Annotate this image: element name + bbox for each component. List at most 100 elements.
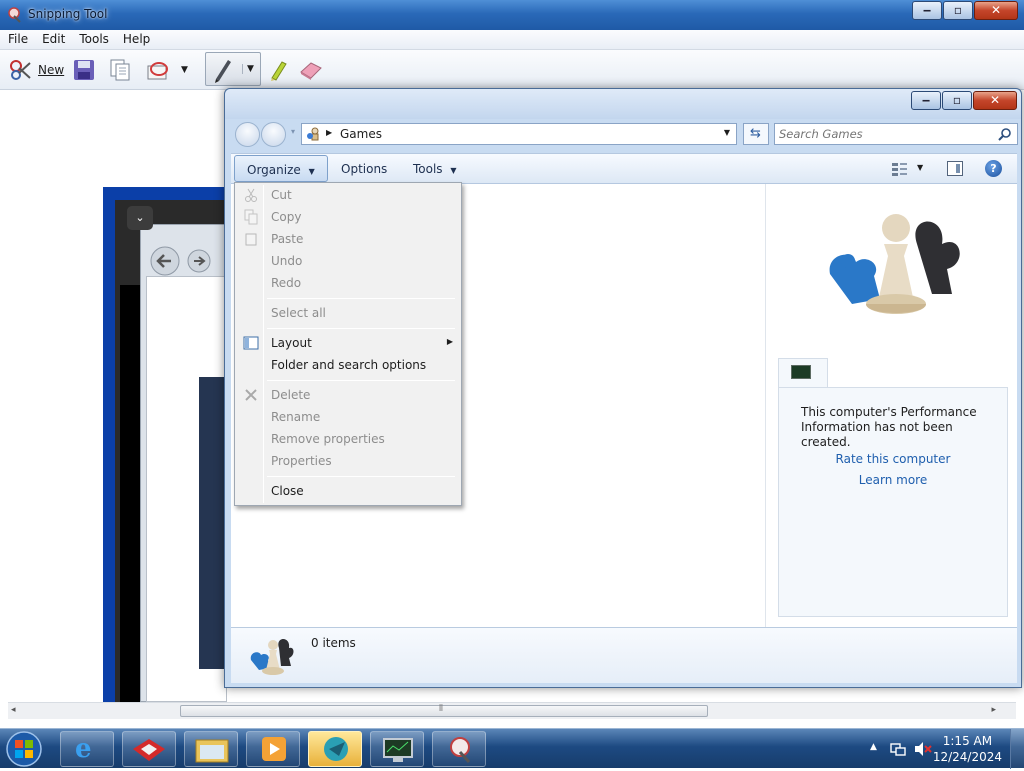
taskbar-task-manager[interactable] bbox=[370, 731, 424, 767]
refresh-button[interactable]: ⇆ bbox=[743, 123, 769, 145]
menu-item-select-all[interactable]: Select all bbox=[237, 302, 459, 324]
start-button[interactable] bbox=[4, 730, 46, 768]
highlighter-button[interactable] bbox=[266, 56, 290, 84]
taskbar-games[interactable] bbox=[308, 731, 362, 767]
maximize-button[interactable]: ▫ bbox=[943, 1, 973, 20]
scroll-left-icon[interactable]: ◂ bbox=[11, 705, 16, 715]
view-dropdown-icon[interactable]: ▼ bbox=[917, 163, 923, 172]
search-box[interactable] bbox=[774, 123, 1018, 145]
menu-item-label: Undo bbox=[271, 254, 303, 268]
breadcrumb-arrow-icon[interactable]: ▶ bbox=[326, 128, 332, 137]
item-count: 0 items bbox=[311, 636, 356, 650]
system-tray: ▲ 1:15 AM 12/24/2024 bbox=[854, 729, 1024, 769]
task-manager-icon bbox=[383, 738, 413, 762]
taskbar-toolbox[interactable] bbox=[122, 731, 176, 767]
help-icon[interactable]: ? bbox=[985, 160, 1002, 177]
address-field[interactable]: ▶ Games ▼ bbox=[301, 123, 737, 145]
maximize-icon: ▫ bbox=[952, 93, 962, 107]
system-clock[interactable]: 1:15 AM 12/24/2024 bbox=[933, 733, 1002, 765]
clock-date: 12/24/2024 bbox=[932, 750, 1002, 764]
menu-item-rename[interactable]: Rename bbox=[237, 406, 459, 428]
network-icon[interactable] bbox=[890, 741, 906, 757]
rate-computer-link[interactable]: Rate this computer bbox=[779, 452, 1007, 466]
minimize-button[interactable]: ‒ bbox=[912, 1, 942, 20]
menu-edit[interactable]: Edit bbox=[34, 30, 71, 46]
breadcrumb-games[interactable]: Games bbox=[340, 127, 382, 141]
menu-item-copy[interactable]: Copy bbox=[237, 206, 459, 228]
games-minimize-button[interactable]: ‒ bbox=[911, 91, 941, 110]
grip-icon: ⦀ bbox=[439, 704, 443, 714]
scrollbar-thumb[interactable]: ⦀ bbox=[180, 704, 708, 717]
pen-button[interactable]: ▼ bbox=[205, 52, 261, 86]
maximize-icon: ▫ bbox=[953, 3, 963, 17]
volume-muted-icon[interactable] bbox=[914, 741, 932, 757]
view-options-button[interactable]: ▼ bbox=[891, 161, 923, 180]
minimize-icon: ‒ bbox=[921, 93, 931, 107]
tools-dropdown-icon: ▼ bbox=[450, 166, 457, 175]
menu-item-layout[interactable]: Layout ▶ bbox=[237, 332, 459, 354]
send-snip-button[interactable]: ▼ bbox=[145, 56, 188, 84]
menu-item-paste[interactable]: Paste bbox=[237, 228, 459, 250]
pen-dropdown-icon[interactable]: ▼ bbox=[242, 64, 254, 74]
menu-item-close[interactable]: Close bbox=[237, 480, 459, 502]
tools-button[interactable]: Tools ▼ bbox=[401, 155, 469, 182]
eraser-button[interactable] bbox=[298, 56, 324, 84]
delete-icon bbox=[245, 389, 257, 401]
details-pane: 0 items bbox=[231, 627, 1017, 683]
taskbar-internet-explorer[interactable]: e bbox=[60, 731, 114, 767]
menu-item-undo[interactable]: Undo bbox=[237, 250, 459, 272]
organize-button[interactable]: Organize ▼ bbox=[234, 155, 328, 182]
menu-tools[interactable]: Tools bbox=[71, 30, 115, 46]
games-folder-icon bbox=[307, 127, 319, 141]
taskbar-snipping-tool[interactable] bbox=[432, 731, 486, 767]
toolbox-icon bbox=[133, 739, 165, 761]
menu-item-folder-options[interactable]: Folder and search options bbox=[237, 354, 459, 376]
copy-button[interactable] bbox=[108, 56, 132, 84]
save-snip-button[interactable] bbox=[72, 56, 96, 84]
performance-panel: This computer's Performance Information … bbox=[778, 387, 1008, 617]
menu-item-properties[interactable]: Properties bbox=[237, 450, 459, 472]
games-close-button[interactable]: ✕ bbox=[973, 91, 1017, 110]
window-title: Snipping Tool bbox=[28, 7, 108, 21]
menu-item-cut[interactable]: Cut bbox=[237, 184, 459, 206]
menu-separator bbox=[267, 298, 455, 299]
games-thumbnail-icon bbox=[250, 639, 294, 675]
options-button[interactable]: Options bbox=[329, 155, 399, 182]
horizontal-scrollbar[interactable]: ◂ ⦀ ▸ bbox=[8, 702, 1016, 719]
copy-icon bbox=[244, 209, 258, 225]
close-button[interactable]: ✕ bbox=[974, 1, 1018, 20]
tray-overflow-icon[interactable]: ▲ bbox=[870, 742, 877, 752]
taskbar: e ▲ 1:15 AM 12/24/2024 bbox=[0, 728, 1024, 769]
menu-item-redo[interactable]: Redo bbox=[237, 272, 459, 294]
organize-menu: Cut Copy Paste Undo Redo Select all Layo… bbox=[234, 182, 462, 506]
preview-pane-button[interactable] bbox=[947, 161, 963, 176]
dropdown-arrow-icon[interactable]: ▼ bbox=[181, 65, 188, 75]
performance-tab[interactable] bbox=[778, 358, 828, 388]
search-input[interactable] bbox=[777, 125, 989, 143]
menu-item-delete[interactable]: Delete bbox=[237, 384, 459, 406]
menu-item-label: Redo bbox=[271, 276, 302, 290]
menu-item-label: Delete bbox=[271, 388, 311, 402]
send-email-icon bbox=[147, 62, 168, 80]
menu-file[interactable]: File bbox=[0, 30, 34, 46]
address-dropdown-icon[interactable]: ▼ bbox=[724, 128, 730, 137]
search-icon[interactable] bbox=[998, 127, 1012, 141]
snipping-tool-titlebar[interactable]: Snipping Tool ‒ ▫ ✕ bbox=[0, 0, 1024, 30]
scroll-right-icon[interactable]: ▸ bbox=[991, 705, 996, 715]
menu-help[interactable]: Help bbox=[115, 30, 156, 46]
taskbar-media-player[interactable] bbox=[246, 731, 300, 767]
close-icon: ✕ bbox=[989, 93, 1001, 107]
windows-start-icon bbox=[6, 731, 42, 767]
menu-item-remove-properties[interactable]: Remove properties bbox=[237, 428, 459, 450]
menu-item-label: Rename bbox=[271, 410, 321, 424]
new-snip-button[interactable]: New bbox=[8, 56, 64, 84]
show-desktop-button[interactable] bbox=[1010, 729, 1024, 769]
learn-more-link[interactable]: Learn more bbox=[779, 473, 1007, 487]
taskbar-file-explorer[interactable] bbox=[184, 731, 238, 767]
address-bar-area: ▾ ▶ Games ▼ ⇆ bbox=[231, 119, 1018, 151]
games-maximize-button[interactable]: ▫ bbox=[942, 91, 972, 110]
recent-pages-icon[interactable]: ▾ bbox=[291, 127, 295, 136]
forward-button[interactable] bbox=[261, 122, 286, 147]
back-button[interactable] bbox=[235, 122, 260, 147]
games-titlebar[interactable] bbox=[225, 89, 1021, 119]
